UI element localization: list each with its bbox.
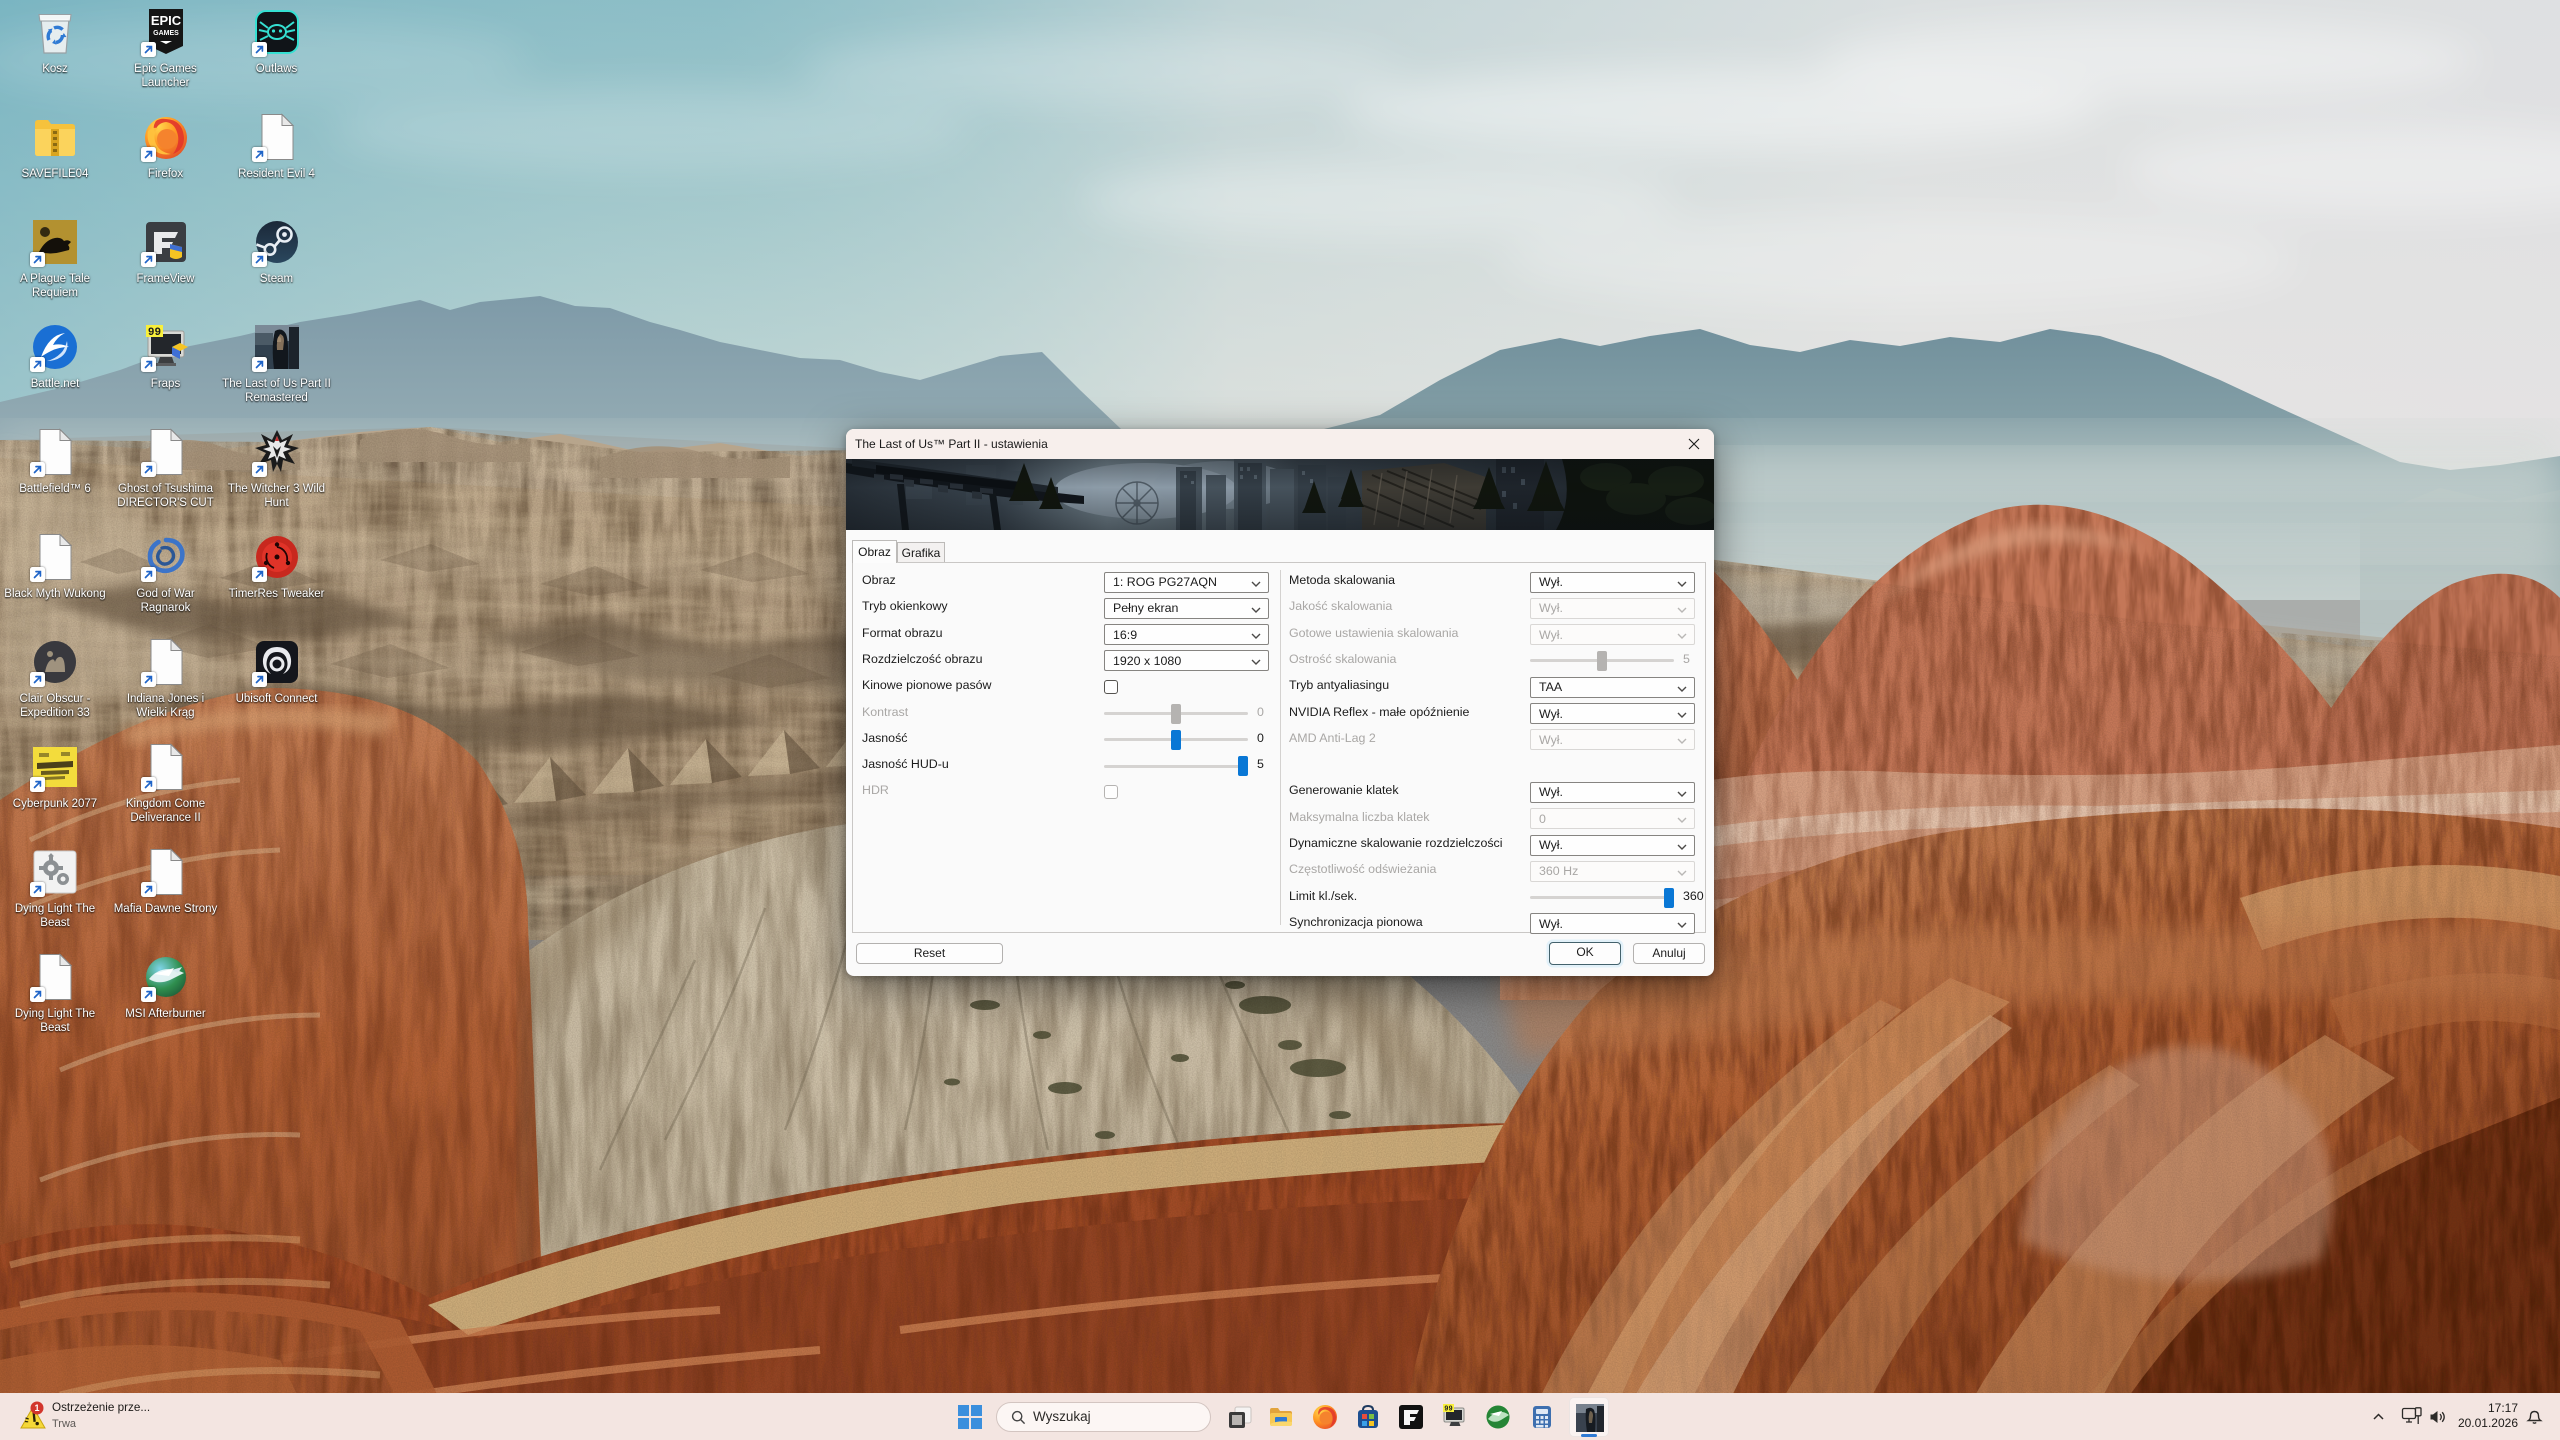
svg-text:1: 1 (34, 1403, 39, 1413)
svg-text:GAMES: GAMES (153, 30, 179, 37)
svg-text:99: 99 (147, 327, 160, 339)
svg-text:99: 99 (1444, 1406, 1452, 1414)
svg-text:EPIC: EPIC (150, 13, 181, 28)
